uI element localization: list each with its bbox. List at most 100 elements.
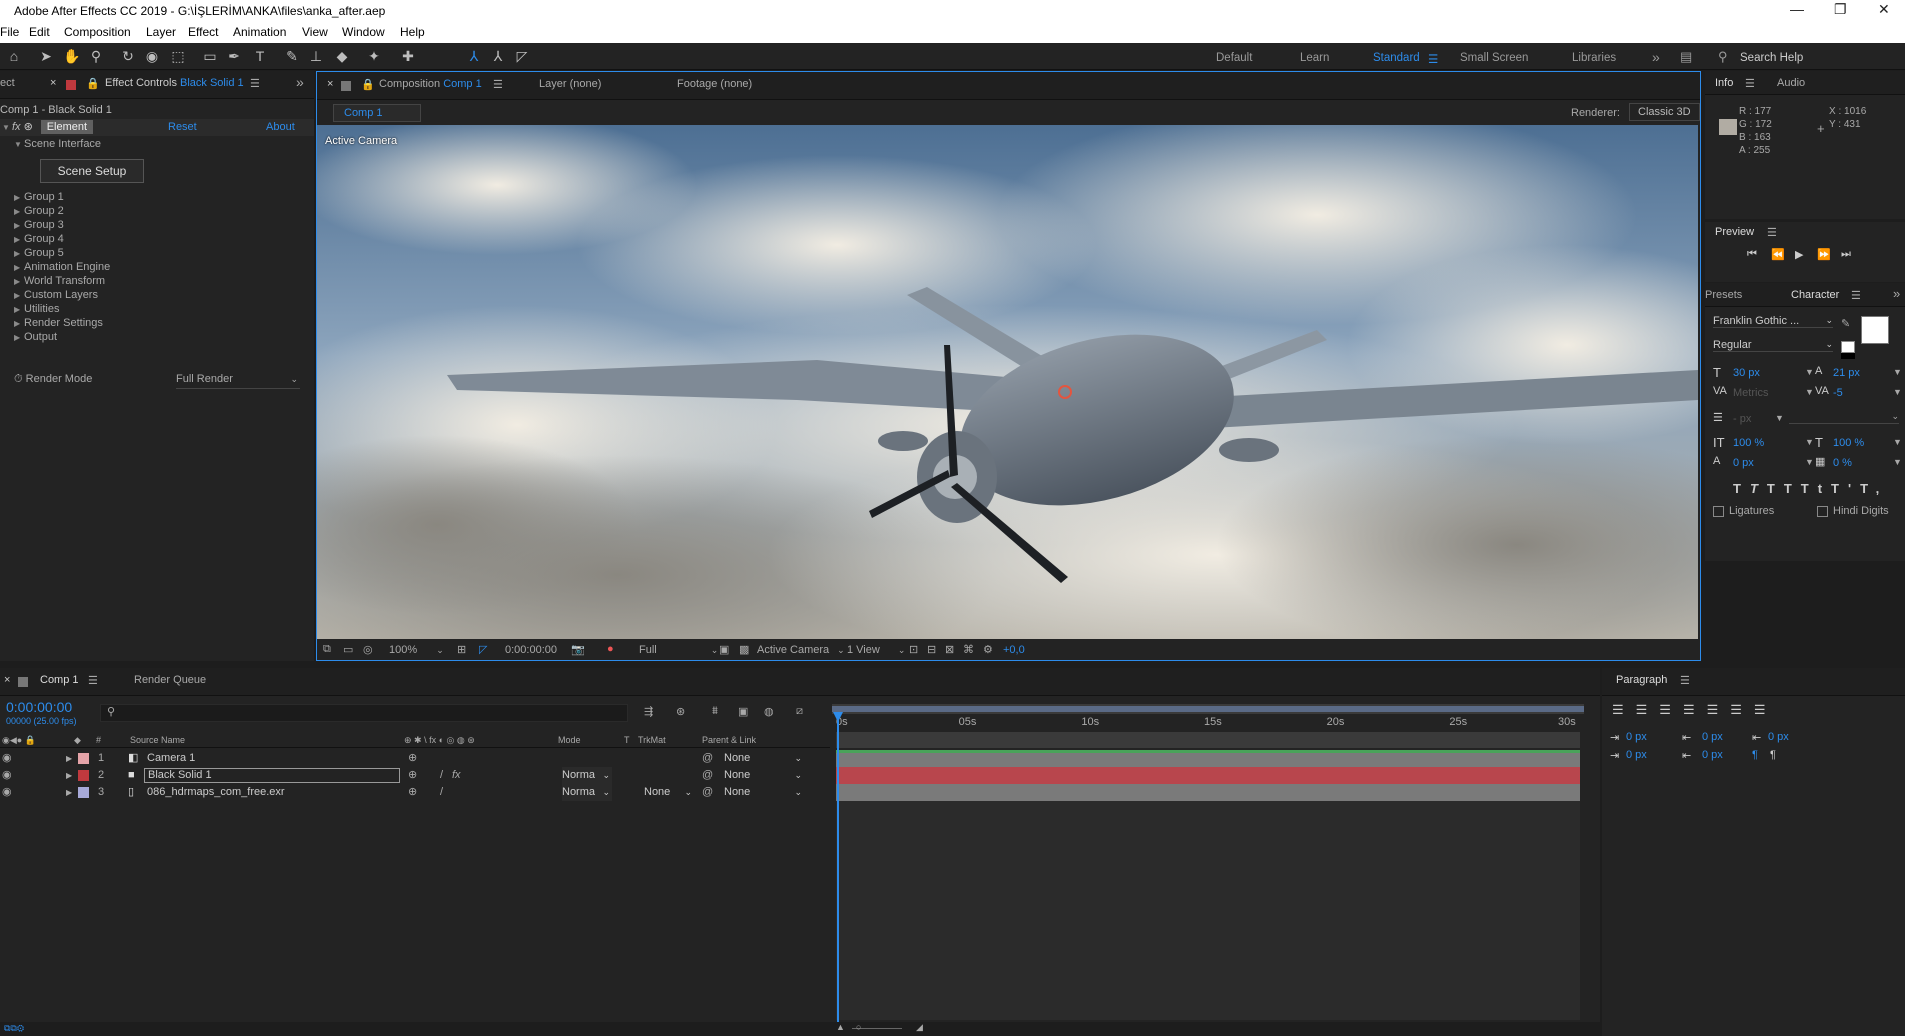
layer-bar-camera[interactable] — [836, 750, 1580, 767]
panel-menu-icon[interactable]: ☰ — [250, 77, 260, 90]
parent-dropdown[interactable]: None ⌄ — [724, 750, 804, 767]
timeline-menu-icon[interactable]: ☰ — [88, 674, 98, 687]
comp-lock-icon[interactable]: 🔒 — [361, 78, 375, 91]
pen-tool-icon[interactable]: ✒ — [224, 47, 244, 65]
menu-window[interactable]: Window — [342, 25, 385, 39]
clone-stamp-tool-icon[interactable]: ⊥ — [306, 47, 326, 65]
hscale-dropdown-icon[interactable]: ▼ — [1893, 437, 1902, 447]
flowchart-icon[interactable]: ⌘ — [963, 643, 974, 656]
vr-icon[interactable]: ◎ — [363, 643, 373, 656]
baseline-dropdown-icon[interactable]: ▼ — [1805, 457, 1814, 467]
last-frame-icon[interactable]: ⏭ — [1841, 248, 1851, 261]
display-icon[interactable]: ▭ — [343, 643, 353, 656]
workspace-libraries[interactable]: Libraries — [1572, 52, 1616, 64]
layer-mode-dropdown[interactable]: Norma ⌄ — [562, 767, 612, 784]
effect-header[interactable]: ▼ fx ⊛ Element Reset About — [0, 119, 314, 136]
render-mode-dropdown[interactable]: Full Render ⌄ — [176, 371, 300, 389]
workspace-small-screen[interactable]: Small Screen — [1460, 52, 1528, 64]
quality-switch-icon[interactable]: / — [440, 784, 443, 801]
horizontal-scale-value[interactable]: 100 % — [1833, 437, 1864, 449]
visibility-eye-icon[interactable]: ◉ — [2, 767, 12, 784]
menu-layer[interactable]: Layer — [146, 25, 176, 39]
parent-dropdown[interactable]: None ⌄ — [724, 784, 804, 801]
pan-behind-tool-icon[interactable]: ⬚ — [168, 47, 188, 65]
layer-bar-solid[interactable] — [836, 767, 1580, 784]
restore-icon[interactable]: ❐ — [1834, 1, 1847, 18]
scene-interface-group[interactable]: ▼ Scene Interface — [14, 136, 101, 153]
footer-toggle-icons[interactable]: ⧉⧉⚙ — [4, 1023, 24, 1034]
vertical-scale-value[interactable]: 100 % — [1733, 437, 1764, 449]
timeline-search-input[interactable]: ⚲ — [100, 704, 628, 722]
expand-layer-icon[interactable]: ▶ — [66, 784, 72, 801]
layer-label-swatch[interactable] — [78, 770, 89, 781]
close-icon[interactable]: ✕ — [1878, 1, 1890, 18]
leading-value[interactable]: 21 px — [1833, 367, 1860, 379]
shy-icon[interactable]: ⩩ — [712, 705, 718, 718]
always-preview-icon[interactable]: ⧉ — [323, 643, 331, 656]
zoom-out-icon[interactable]: ▲ — [836, 1022, 845, 1032]
composition-tab[interactable]: Composition Comp 1 — [379, 78, 482, 90]
vscale-dropdown-icon[interactable]: ▼ — [1805, 437, 1814, 447]
layer-bar-hdr[interactable] — [836, 784, 1580, 801]
draft-3d-icon[interactable]: ⊛ — [676, 705, 685, 718]
paragraph-tab[interactable]: Paragraph — [1616, 674, 1667, 686]
info-tab[interactable]: Info — [1715, 77, 1733, 89]
expand-layer-icon[interactable]: ▶ — [66, 750, 72, 767]
first-line-value[interactable]: 0 px — [1626, 749, 1647, 761]
toggle-pixel-icon[interactable]: ⊡ — [909, 643, 918, 656]
layer-row[interactable]: ◉ ▶ 3 ▯ 086_hdrmaps_com_free.exr ⊕ / Norma ⌄ None… — [0, 784, 830, 801]
info-menu-icon[interactable]: ☰ — [1745, 77, 1755, 90]
collapse-switch-icon[interactable]: ⊕ — [408, 784, 417, 801]
menu-effect[interactable]: Effect — [188, 25, 218, 39]
zoom-tool-icon[interactable]: ⚲ — [86, 47, 106, 65]
local-axis-icon[interactable]: ⅄ — [464, 47, 484, 65]
current-time-indicator[interactable] — [837, 712, 839, 1024]
first-frame-icon[interactable]: ⏮ — [1747, 248, 1757, 261]
views-dropdown[interactable]: 1 View ⌄ — [847, 644, 905, 656]
grid-icon[interactable]: ⊞ — [457, 643, 466, 656]
layer-row[interactable]: ◉ ▶ 2 ■ Black Solid 1 ⊕ / fx Norma ⌄ @ None ⌄ — [0, 767, 830, 784]
leading-dropdown-icon[interactable]: ▼ — [1893, 367, 1902, 377]
transparency-icon[interactable]: ▩ — [739, 643, 749, 656]
ltr-direction-icon[interactable]: ¶ — [1752, 749, 1758, 761]
audio-tab[interactable]: Audio — [1777, 77, 1805, 89]
home-icon[interactable]: ⌂ — [4, 47, 24, 65]
layer-name[interactable]: Camera 1 — [144, 750, 400, 767]
menu-view[interactable]: View — [302, 25, 328, 39]
mode-col[interactable]: Mode — [558, 732, 581, 748]
type-tool-icon[interactable]: T — [250, 47, 270, 65]
motion-blur-icon[interactable]: ◍ — [764, 705, 774, 718]
next-frame-icon[interactable]: ⏩ — [1817, 248, 1831, 261]
timeline-icon[interactable]: ⊠ — [945, 643, 954, 656]
close-comp-tab-icon[interactable]: × — [327, 78, 333, 90]
character-menu-icon[interactable]: ☰ — [1851, 289, 1861, 302]
selection-tool-icon[interactable]: ➤ — [36, 47, 56, 65]
about-link[interactable]: About — [266, 119, 295, 136]
indent-right-value[interactable]: 0 px — [1768, 731, 1789, 743]
collapse-switch-icon[interactable]: ⊕ — [408, 750, 417, 767]
channel-icon[interactable]: ● — [607, 643, 614, 655]
timeline-timecode[interactable]: 0:00:00:00 — [6, 699, 72, 715]
text-style-buttons[interactable]: TTTTTtT'T, — [1733, 481, 1888, 496]
stroke-width-value[interactable]: - px — [1733, 413, 1751, 425]
visibility-eye-icon[interactable]: ◉ — [2, 750, 12, 767]
camera-tool-icon[interactable]: ◉ — [142, 47, 162, 65]
brush-tool-icon[interactable]: ✎ — [282, 47, 302, 65]
footage-tab[interactable]: Footage (none) — [677, 78, 752, 90]
trkmat-dropdown[interactable]: None ⌄ — [644, 784, 694, 801]
menu-animation[interactable]: Animation — [233, 25, 286, 39]
space-before-value[interactable]: 0 px — [1702, 731, 1723, 743]
visibility-eye-icon[interactable]: ◉ — [2, 784, 12, 801]
ligatures-checkbox[interactable]: Ligatures — [1713, 505, 1774, 517]
exposure-value[interactable]: +0,0 — [1003, 644, 1025, 656]
view-axis-icon[interactable]: ◸ — [512, 47, 532, 65]
alignment-buttons[interactable]: ☰☰☰☰☰☰☰ — [1612, 702, 1778, 718]
search-help-input[interactable]: Search Help — [1740, 52, 1803, 64]
exposure-reset-icon[interactable]: ⚙ — [983, 643, 993, 656]
workspace-standard[interactable]: Standard — [1373, 52, 1420, 64]
menu-help[interactable]: Help — [400, 25, 425, 39]
play-icon[interactable]: ▶ — [1795, 248, 1803, 261]
zoom-dropdown[interactable]: 100% ⌄ — [389, 644, 444, 656]
workspace-editor-icon[interactable]: ▤ — [1680, 49, 1692, 65]
fill-color-swatch[interactable] — [1861, 316, 1889, 344]
